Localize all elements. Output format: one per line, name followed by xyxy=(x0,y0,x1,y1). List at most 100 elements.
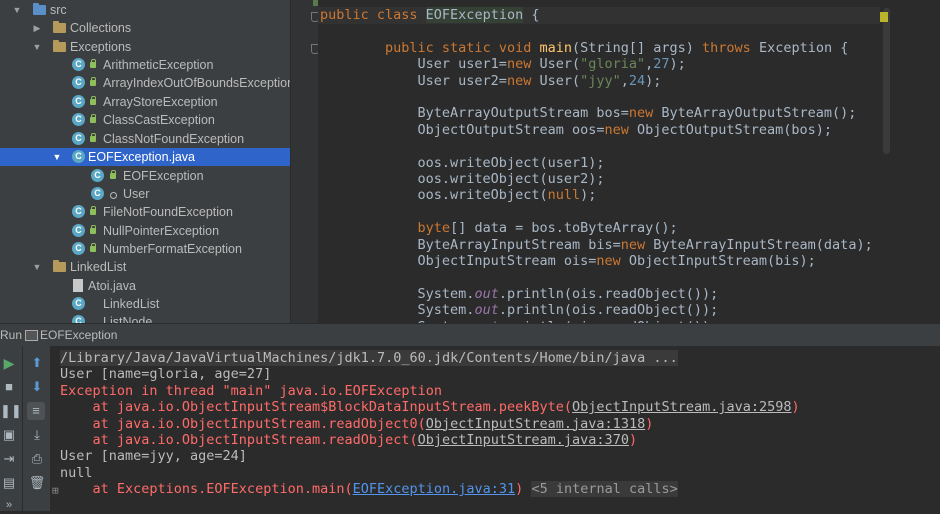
expand-arrow-icon[interactable]: ▼ xyxy=(32,38,42,56)
code-token: "jyy" xyxy=(580,72,621,89)
tree-node-class[interactable]: C FileNotFoundException xyxy=(0,203,290,221)
class-icon: C xyxy=(72,205,85,218)
console-line: User [name=jyy, age=24] xyxy=(60,448,247,464)
code-token: ) xyxy=(791,399,800,416)
tree-node-src[interactable]: ▼ src xyxy=(0,1,290,19)
tree-node-eofexception-java[interactable]: ▼ C EOFException.java xyxy=(0,148,290,166)
clear-all-icon[interactable]: 🗑 xyxy=(28,474,46,492)
console-line: Exception in thread "main" java.io.EOFEx… xyxy=(60,383,442,399)
run-toolbar: ▶ ■ ❚❚ ▣ ⇥ ▤ » xyxy=(0,346,22,511)
tree-node-exceptions[interactable]: ▼ Exceptions xyxy=(0,38,290,56)
soft-wrap-icon[interactable]: ≡ xyxy=(27,402,45,420)
source-link[interactable]: ObjectInputStream.java:370 xyxy=(418,432,629,448)
editor-scrollbar[interactable] xyxy=(883,8,890,154)
scroll-down-icon[interactable]: ⬇ xyxy=(28,378,46,396)
tree-node-class[interactable]: C ListNode xyxy=(0,313,290,323)
tree-node-class[interactable]: C ClassNotFoundException xyxy=(0,130,290,148)
public-lock-icon xyxy=(90,59,96,68)
tree-node-file[interactable]: Atoi.java xyxy=(0,277,290,295)
restore-layout-icon[interactable]: ⇥ xyxy=(0,450,18,468)
console-output[interactable]: /Library/Java/JavaVirtualMachines/jdk1.7… xyxy=(50,346,940,511)
tree-label: LinkedList xyxy=(70,260,127,274)
code-token: ); xyxy=(580,187,597,204)
warning-marker-icon[interactable] xyxy=(880,12,888,22)
project-tree[interactable]: ▼ src ▶ Collections ▼ Exceptions C Arith… xyxy=(0,0,290,323)
tree-label: LinkedList xyxy=(103,297,160,311)
expand-arrow-icon[interactable]: ▼ xyxy=(32,258,42,276)
code-token: oos.writeObject(user1); xyxy=(320,154,605,171)
editor-gutter[interactable] xyxy=(290,0,331,323)
class-icon: C xyxy=(72,242,85,255)
code-token[interactable]: <5 internal calls> xyxy=(531,481,678,498)
tree-node-linkedlist-package[interactable]: ▼ LinkedList xyxy=(0,258,290,276)
tree-label: EOFException.java xyxy=(88,150,195,164)
collapse-arrow-icon[interactable]: ▶ xyxy=(32,19,42,37)
tree-node-class[interactable]: C ClassCastException xyxy=(0,111,290,129)
tree-label: Exceptions xyxy=(70,40,132,54)
code-token: new xyxy=(596,253,629,269)
tree-label: ListNode xyxy=(103,315,153,323)
tree-node-class[interactable]: C LinkedList xyxy=(0,295,290,313)
console-line: /Library/Java/JavaVirtualMachines/jdk1.7… xyxy=(60,350,678,366)
public-lock-icon xyxy=(90,133,96,142)
expand-arrow-icon[interactable]: ▼ xyxy=(52,148,62,166)
expand-arrow-icon[interactable]: ▼ xyxy=(12,1,22,19)
tree-node-class[interactable]: C NullPointerException xyxy=(0,222,290,240)
tree-label: NullPointerException xyxy=(103,224,220,238)
stop-icon[interactable]: ■ xyxy=(0,378,18,396)
tree-node-class[interactable]: C EOFException xyxy=(0,167,290,185)
code-token: User( xyxy=(539,72,581,89)
code-token: User [name=gloria, age=27] xyxy=(60,366,272,383)
more-icon[interactable]: » xyxy=(0,496,18,514)
scroll-up-icon[interactable]: ⬆ xyxy=(28,354,46,372)
code-token: 24 xyxy=(628,72,646,89)
tree-label: src xyxy=(50,3,67,17)
code-token: { xyxy=(523,7,540,23)
code-token: ObjectOutputStream oos= xyxy=(320,121,605,138)
tree-node-class[interactable]: C ArrayStoreException xyxy=(0,93,290,111)
public-lock-icon xyxy=(90,114,96,123)
code-token: new xyxy=(506,72,540,89)
tree-node-class[interactable]: C ArithmeticException xyxy=(0,56,290,74)
class-icon: C xyxy=(72,113,85,126)
settings-icon[interactable]: ▤ xyxy=(0,474,18,492)
code-token: new xyxy=(628,105,662,122)
scroll-to-end-icon[interactable]: ⤓ xyxy=(28,426,46,444)
expand-calls-icon[interactable]: ⊞ xyxy=(52,484,59,497)
run-config-icon xyxy=(25,330,38,341)
source-link[interactable]: ObjectInputStream.java:2598 xyxy=(572,399,791,415)
rerun-icon[interactable]: ▶ xyxy=(0,354,18,372)
code-token: ) xyxy=(645,415,654,432)
code-token: User [name=jyy, age=24] xyxy=(60,448,247,465)
pause-icon[interactable]: ❚❚ xyxy=(0,402,22,420)
tree-node-class[interactable]: C NumberFormatException xyxy=(0,240,290,258)
code-line: oos.writeObject(user1); xyxy=(320,154,605,172)
package-icon xyxy=(53,260,66,272)
code-token: null xyxy=(60,464,93,481)
run-config-tab[interactable]: EOFException xyxy=(40,324,117,346)
dump-threads-icon[interactable]: ▣ xyxy=(0,426,18,444)
class-icon: C xyxy=(72,132,85,145)
code-token: main xyxy=(539,39,572,56)
code-token: ByteArrayInputStream(data); xyxy=(653,236,873,253)
source-link[interactable]: EOFException.java:31 xyxy=(353,481,516,497)
code-token: oos.writeObject( xyxy=(320,187,548,204)
class-icon: C xyxy=(72,95,85,108)
tree-node-collections[interactable]: ▶ Collections xyxy=(0,19,290,37)
code-token: ByteArrayOutputStream(); xyxy=(661,105,857,122)
tree-node-class[interactable]: C ArrayIndexOutOfBoundsException xyxy=(0,74,290,92)
tree-label: ClassNotFoundException xyxy=(103,132,245,146)
code-editor[interactable]: public class EOFException { public stati… xyxy=(318,0,940,323)
public-lock-icon xyxy=(90,96,96,105)
public-lock-icon xyxy=(110,170,116,179)
code-token: ) xyxy=(515,481,532,498)
public-lock-icon xyxy=(90,243,96,252)
print-icon[interactable]: ⎙ xyxy=(28,450,46,468)
code-token: EOFException xyxy=(425,7,524,23)
package-icon xyxy=(53,21,66,33)
code-token: , xyxy=(620,72,629,89)
source-link[interactable]: ObjectInputStream.java:1318 xyxy=(426,416,645,432)
code-token: new xyxy=(604,121,637,138)
tree-node-class[interactable]: C User xyxy=(0,185,290,203)
